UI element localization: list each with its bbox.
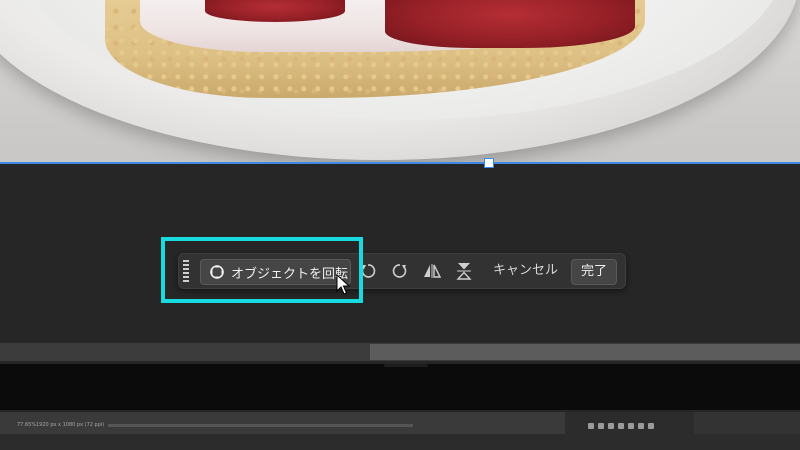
zoom-level[interactable]: 77.65%	[17, 422, 36, 428]
canvas-pasteboard	[0, 364, 800, 410]
transform-handle[interactable]	[484, 158, 494, 168]
layer-panel-icons	[588, 423, 654, 431]
adjustment-icon[interactable]	[618, 423, 624, 429]
trash-icon[interactable]	[648, 423, 654, 429]
status-bar-right-panel	[694, 412, 800, 434]
panel-collapse-handle[interactable]	[384, 364, 428, 367]
horizontal-scrollbar[interactable]	[0, 343, 800, 361]
scrollbar-thumb[interactable]	[370, 344, 800, 360]
fx-icon[interactable]	[598, 423, 604, 429]
strawberry-topping	[385, 0, 635, 48]
flip-horizontal-button[interactable]	[421, 261, 443, 281]
status-bar-left: 77.65% 1920 px x 1080 px (72 ppi)	[0, 412, 565, 434]
cancel-button[interactable]: キャンセル	[493, 259, 558, 283]
flip-horizontal-icon	[424, 264, 441, 278]
flip-vertical-icon	[456, 263, 472, 280]
mouse-cursor-icon	[336, 274, 350, 295]
selection-bounding-edge	[0, 162, 800, 164]
canvas-image[interactable]	[0, 0, 800, 163]
mask-icon[interactable]	[608, 423, 614, 429]
rotate-clockwise-icon	[392, 264, 407, 278]
status-bar: 77.65% 1920 px x 1080 px (72 ppi)	[0, 412, 800, 450]
new-layer-icon[interactable]	[638, 423, 644, 429]
rotate-clockwise-button[interactable]	[389, 261, 411, 281]
strawberry-topping	[205, 0, 345, 22]
link-icon[interactable]	[588, 423, 594, 429]
status-scroll-track[interactable]	[108, 424, 413, 427]
folder-icon[interactable]	[628, 423, 634, 429]
done-button[interactable]: 完了	[571, 259, 617, 285]
document-info[interactable]: 1920 px x 1080 px (72 ppi)	[36, 422, 104, 428]
highlight-box	[161, 237, 363, 303]
flip-vertical-button[interactable]	[453, 261, 475, 281]
